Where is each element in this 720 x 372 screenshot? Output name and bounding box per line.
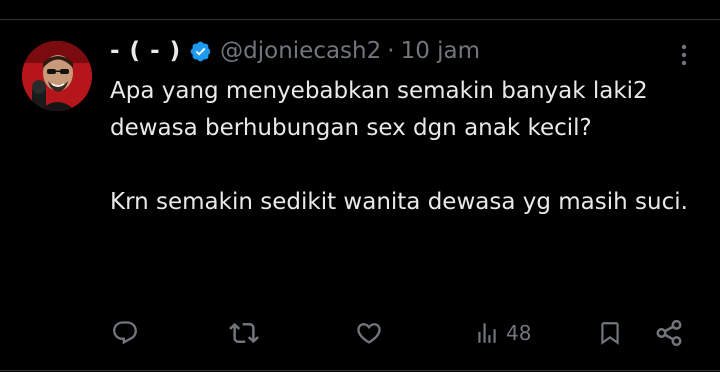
reply-icon [113,321,137,345]
tweet-text-paragraph-2: Krn semakin sedikit wanita dewasa yg mas… [110,189,688,215]
bookmark-icon [601,322,619,345]
views-icon [478,323,496,343]
tweet-text: Apa yang menyebabkan semakin banyak laki… [110,73,690,221]
top-divider [0,19,720,20]
action-bar: 48 [0,318,720,348]
avatar-image [22,41,92,111]
views-button[interactable]: 48 [474,318,531,348]
more-dots-icon [681,44,687,66]
bottom-divider [0,370,720,371]
display-name[interactable]: - ( - ) [110,38,181,64]
tweet-header: - ( - ) @djoniecash2 · 10 jam [110,34,480,68]
views-count: 48 [506,321,532,345]
reply-button[interactable] [111,318,139,348]
verified-badge-icon [189,40,212,63]
share-button[interactable] [654,318,684,348]
tweet-text-paragraph-1: Apa yang menyebabkan semakin banyak laki… [110,78,655,141]
retweet-button[interactable] [229,318,259,348]
like-button[interactable] [355,318,383,348]
retweet-icon [229,322,259,344]
user-handle[interactable]: @djoniecash2 [220,38,381,64]
more-options-button[interactable] [673,40,695,70]
separator-dot: · [387,38,395,64]
heart-icon [357,323,381,344]
avatar[interactable] [22,41,92,111]
share-icon [656,319,682,347]
timestamp[interactable]: 10 jam [401,38,480,64]
bookmark-button[interactable] [597,318,623,348]
